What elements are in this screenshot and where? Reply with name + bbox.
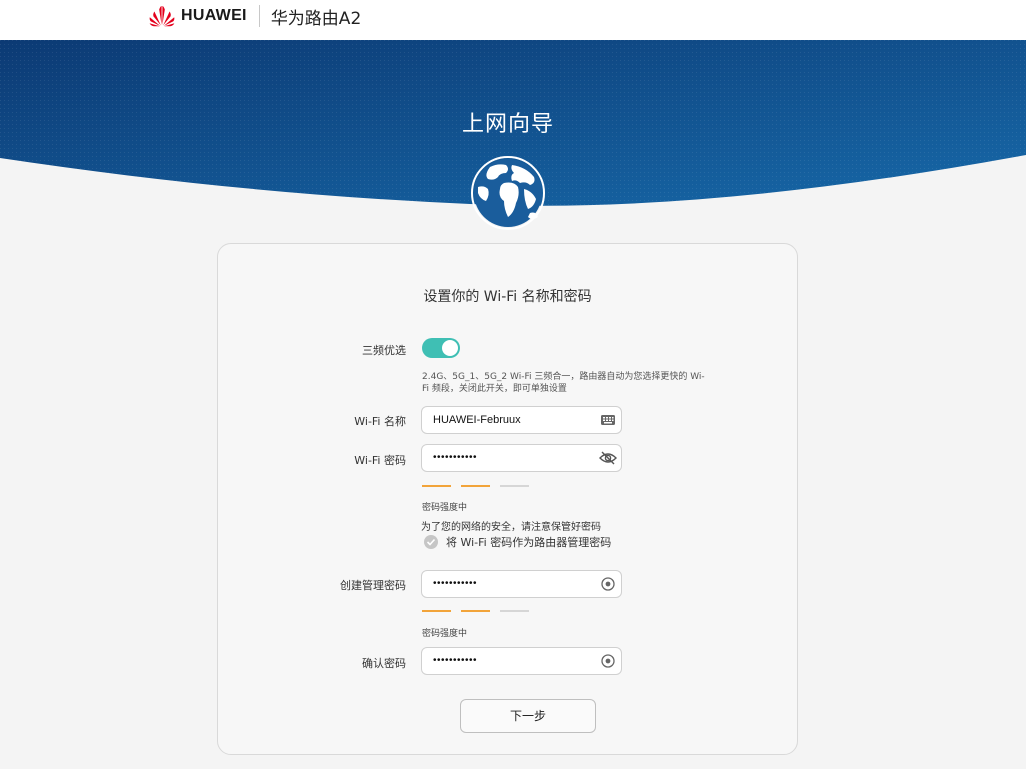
strength-segment (422, 610, 451, 612)
wifi-password-value: ••••••••••• (433, 452, 478, 463)
tri-band-label: 三频优选 (362, 344, 406, 357)
setup-card: 设置你的 Wi-Fi 名称和密码 三频优选 2.4G、5G_1、5G_2 Wi-… (217, 243, 798, 755)
brand-name: HUAWEI (181, 7, 247, 24)
wifi-name-input[interactable]: HUAWEI-Februux (421, 406, 622, 434)
strength-segment (461, 610, 490, 612)
admin-password-strength-bar (422, 610, 530, 612)
confirm-password-label: 确认密码 (362, 657, 406, 670)
eye-slash-icon[interactable] (599, 450, 617, 466)
toggle-knob (442, 340, 458, 356)
huawei-logo-icon (149, 6, 175, 27)
strength-segment (422, 485, 451, 487)
reuse-password-checkbox[interactable]: 将 Wi-Fi 密码作为路由器管理密码 (424, 534, 611, 550)
check-icon (426, 538, 436, 546)
next-button[interactable]: 下一步 (460, 699, 596, 733)
wizard-title: 上网向导 (461, 112, 554, 137)
confirm-password-value: ••••••••••• (433, 655, 478, 666)
admin-password-input[interactable]: ••••••••••• (421, 570, 622, 598)
security-note: 为了您的网络的安全，请注意保管好密码 (421, 522, 601, 533)
wifi-password-input[interactable]: ••••••••••• (421, 444, 622, 472)
wifi-password-strength-text: 密码强度中 (422, 503, 468, 513)
tri-band-toggle[interactable] (422, 338, 460, 358)
strength-segment (461, 485, 490, 487)
top-bar: HUAWEI 华为路由A2 (0, 0, 1026, 40)
brand-divider (258, 5, 260, 27)
wifi-password-label: Wi-Fi 密码 (354, 454, 406, 467)
keyboard-icon[interactable] (600, 412, 616, 428)
tri-band-hint-line2: Fi 频段，关闭此开关，即可单独设置 (422, 384, 567, 394)
strength-segment (500, 485, 529, 487)
wifi-name-value: HUAWEI-Februux (433, 414, 521, 426)
reuse-password-label: 将 Wi-Fi 密码作为路由器管理密码 (446, 536, 612, 549)
tri-band-hint-line1: 2.4G、5G_1、5G_2 Wi-Fi 三频合一，路由器自动为您选择更快的 W… (422, 372, 705, 382)
strength-segment (500, 610, 529, 612)
checkbox-circle[interactable] (424, 535, 438, 549)
form-title: 设置你的 Wi-Fi 名称和密码 (423, 289, 592, 305)
eye-icon[interactable] (600, 576, 616, 592)
admin-password-label: 创建管理密码 (340, 579, 406, 592)
tri-band-hint: 2.4G、5G_1、5G_2 Wi-Fi 三频合一，路由器自动为您选择更快的 W… (422, 371, 714, 395)
brand: HUAWEI 华为路由A2 (148, 5, 362, 29)
wifi-password-strength-bar (422, 485, 530, 487)
admin-password-strength-text: 密码强度中 (422, 629, 468, 639)
eye-icon[interactable] (600, 653, 616, 669)
confirm-password-input[interactable]: ••••••••••• (421, 647, 622, 675)
wifi-name-label: Wi-Fi 名称 (354, 415, 406, 428)
admin-password-value: ••••••••••• (433, 578, 478, 589)
banner: 上网向导 (0, 40, 1026, 230)
globe-icon (471, 156, 545, 230)
product-name: 华为路由A2 (270, 8, 362, 29)
